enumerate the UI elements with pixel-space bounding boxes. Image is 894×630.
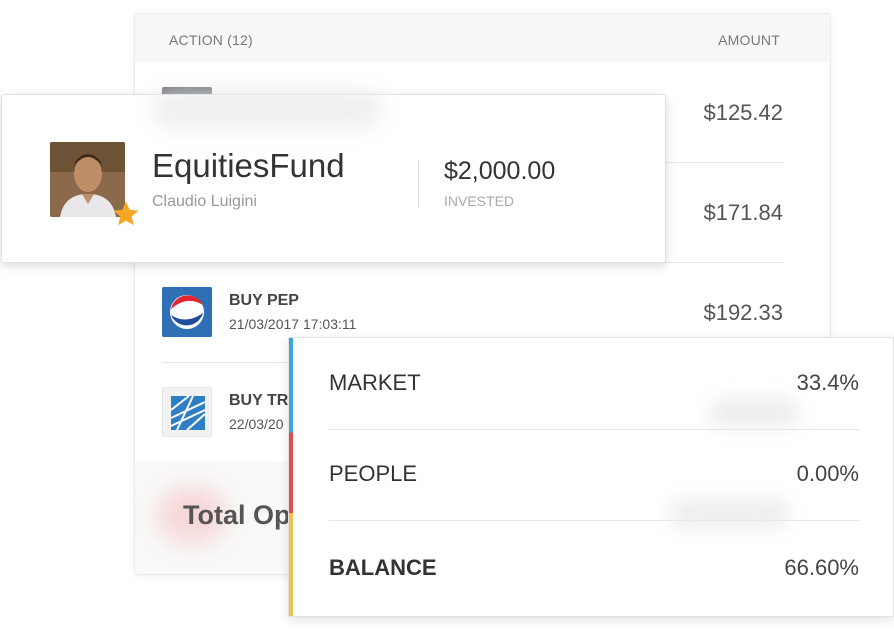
table-header: ACTION (12) AMOUNT — [135, 14, 830, 62]
divider — [329, 520, 859, 521]
column-header-action[interactable]: ACTION (12) — [169, 32, 253, 48]
allocation-row-market: MARKET 33.4% — [329, 338, 859, 428]
allocation-label: MARKET — [329, 370, 421, 395]
divider — [418, 160, 419, 208]
row-title: BUY PEP — [229, 292, 299, 309]
allocation-value: 66.60% — [784, 555, 859, 580]
fund-card[interactable]: EquitiesFund Claudio Luigini $2,000.00 I… — [1, 89, 666, 263]
row-title: BUY TR — [229, 392, 289, 409]
fund-owner[interactable]: Claudio Luigini — [152, 193, 257, 211]
invested-amount: $2,000.00 — [444, 157, 556, 185]
column-header-amount[interactable]: AMOUNT — [718, 32, 780, 48]
avatar[interactable] — [50, 142, 139, 226]
total-operations-label: Total Op — [183, 500, 291, 530]
row-date: 21/03/2017 17:03:11 — [229, 316, 357, 332]
allocation-row-balance: BALANCE 66.60% — [329, 523, 859, 613]
allocation-value: 0.00% — [796, 461, 859, 486]
row-amount: $192.33 — [703, 300, 783, 325]
allocation-row-people: PEOPLE 0.00% — [329, 429, 859, 519]
row-amount: $171.84 — [703, 200, 783, 225]
blurred-decoration — [152, 89, 382, 129]
allocation-card: MARKET 33.4% PEOPLE 0.00% BALANCE 66.60% — [288, 337, 894, 617]
star-icon — [113, 201, 139, 226]
row-date: 22/03/20 — [229, 416, 284, 432]
allocation-label: BALANCE — [329, 555, 437, 580]
tr-logo-icon — [162, 387, 212, 437]
row-amount: $125.42 — [703, 100, 783, 125]
invested-label: INVESTED — [444, 193, 515, 209]
pepsi-logo-icon — [162, 287, 212, 337]
allocation-color-bar — [289, 338, 293, 616]
allocation-value: 33.4% — [796, 370, 859, 395]
allocation-label: PEOPLE — [329, 461, 418, 486]
fund-name[interactable]: EquitiesFund — [152, 147, 345, 185]
